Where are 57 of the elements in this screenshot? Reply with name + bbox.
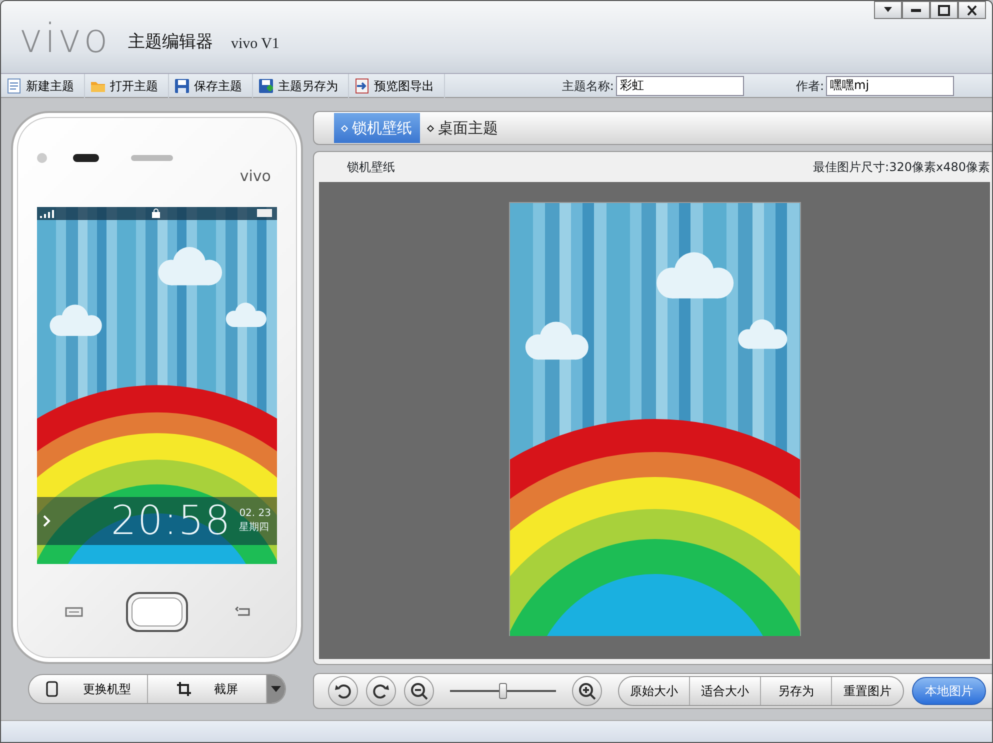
view-button[interactable]: 适合大小 <box>690 677 761 705</box>
view-button[interactable]: 重置图片 <box>832 677 903 705</box>
toolbar-button[interactable]: 打开主题 <box>85 74 169 98</box>
clock-time: 20:58 <box>110 497 232 546</box>
minimize-button[interactable] <box>902 1 930 19</box>
cloud-drawing <box>738 319 787 349</box>
cloud-drawing <box>158 247 222 286</box>
maximize-button[interactable] <box>930 1 958 19</box>
toolbar-button[interactable]: 主题另存为 <box>253 74 349 98</box>
text-field[interactable]: 彩虹 <box>616 76 744 96</box>
size-hint: 最佳图片尺寸:320像素x480像素 <box>813 159 990 176</box>
rotate-left-icon <box>334 682 352 700</box>
view-button[interactable]: 另存为 <box>761 677 832 705</box>
panel-title: 锁机壁纸 <box>347 159 395 176</box>
lock-icon <box>152 208 160 218</box>
cloud-drawing <box>50 304 102 336</box>
home-key-icon <box>125 591 189 633</box>
window-title: 主题编辑器 <box>128 30 213 54</box>
back-icon <box>235 606 253 618</box>
rotate-right-icon <box>372 682 390 700</box>
camera-icon <box>37 153 47 163</box>
zoom-in-button[interactable] <box>572 676 602 706</box>
zoom-in-icon <box>578 682 596 700</box>
view-button[interactable]: 原始大小 <box>619 677 690 705</box>
document-icon <box>6 78 22 94</box>
cloud-drawing <box>226 302 266 327</box>
phone-action-button[interactable]: 更换机型 <box>29 675 148 703</box>
crop-icon <box>176 681 192 697</box>
close-button[interactable] <box>958 1 986 19</box>
close-icon <box>965 4 979 16</box>
minimize-icon <box>911 8 921 12</box>
tab[interactable]: 桌面主题 <box>420 113 506 143</box>
zoom-out-button[interactable] <box>404 676 434 706</box>
dropdown-arrow-icon <box>267 675 285 703</box>
earpiece-icon <box>73 154 173 162</box>
clock-date: 02. 23 <box>239 507 271 521</box>
logo: vivo <box>19 19 110 59</box>
dropdown-button[interactable] <box>874 1 902 19</box>
rotate-right-button[interactable] <box>366 676 396 706</box>
cloud-drawing <box>524 322 588 360</box>
rotate-left-button[interactable] <box>328 676 358 706</box>
field-label: 作者: <box>796 78 824 94</box>
menu-icon <box>65 607 83 617</box>
version-label: vivo V1 <box>230 34 280 54</box>
floppy-disk-plus-icon <box>258 78 274 94</box>
maximize-icon <box>937 4 951 16</box>
text-field[interactable]: 嘿嘿mj <box>826 76 954 96</box>
toolbar-button[interactable]: 预览图导出 <box>349 74 445 98</box>
field-label: 主题名称: <box>562 78 614 94</box>
zoom-out-icon <box>410 682 428 700</box>
chevron-right-icon <box>43 515 51 527</box>
phone-brand-label: vivo <box>240 166 271 187</box>
clock-weekday: 星期四 <box>239 521 270 535</box>
phone-icon <box>45 681 61 697</box>
toolbar-button[interactable]: 新建主题 <box>1 74 85 98</box>
toolbar-button[interactable]: 保存主题 <box>169 74 253 98</box>
battery-icon <box>257 209 273 217</box>
